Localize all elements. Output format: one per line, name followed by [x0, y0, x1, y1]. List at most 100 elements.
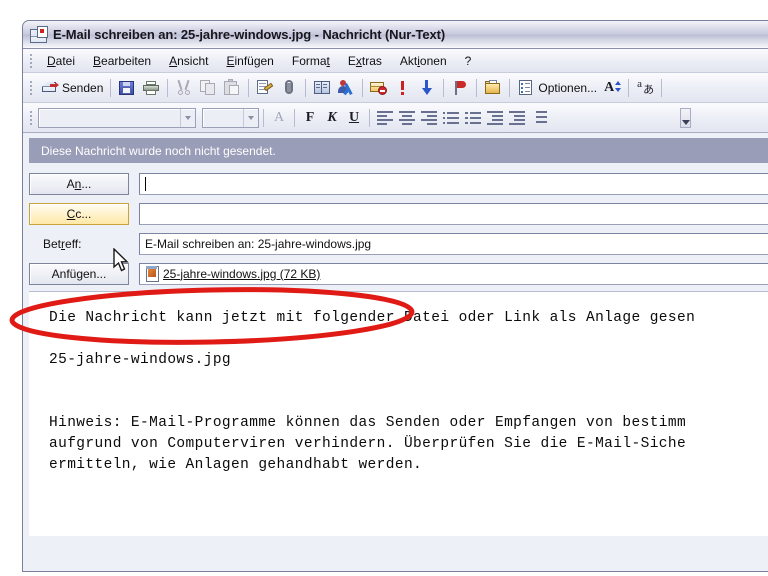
block-sender-button[interactable] — [367, 76, 391, 100]
check-names-button[interactable] — [334, 76, 358, 100]
subject-field[interactable]: E-Mail schreiben an: 25-jahre-windows.jp… — [139, 232, 768, 255]
formatting-separator — [263, 108, 264, 127]
copy-icon — [199, 79, 217, 96]
body-blank-line — [49, 371, 768, 392]
body-line: aufgrund von Computerviren verhindern. Ü… — [49, 436, 687, 452]
numbered-list-icon — [465, 111, 481, 124]
align-left-button[interactable] — [374, 107, 396, 129]
menu-item-datei[interactable]: Datei — [38, 51, 84, 71]
menu-item-format[interactable]: Format — [283, 51, 339, 71]
toolbar-separator — [476, 78, 478, 97]
underline-button[interactable]: U — [343, 107, 365, 129]
importance-low-button[interactable] — [415, 76, 439, 100]
bullet-list-button[interactable] — [440, 107, 462, 129]
menu-item-ansicht[interactable]: Ansicht — [160, 51, 217, 71]
save-button[interactable] — [115, 76, 139, 100]
chevron-down-icon[interactable] — [243, 108, 258, 127]
toolbar-separator — [661, 78, 663, 97]
italic-button[interactable]: K — [321, 107, 343, 129]
menu-item-bearbeiten[interactable]: Bearbeiten — [84, 51, 160, 71]
attach-button[interactable]: Anfügen... — [29, 262, 129, 285]
flag-icon — [451, 79, 469, 96]
increase-indent-button[interactable] — [506, 107, 528, 129]
to-button[interactable]: An... — [29, 172, 129, 195]
message-body[interactable]: Die Nachricht kann jetzt mit folgender D… — [29, 292, 768, 536]
attach-button-label: Anfügen... — [51, 266, 107, 281]
copy-button — [196, 76, 220, 100]
toolbar-separator — [305, 78, 307, 97]
align-right-icon — [421, 111, 437, 125]
font-family-combo[interactable] — [38, 107, 196, 128]
print-button[interactable] — [139, 76, 163, 100]
print-icon — [142, 79, 160, 96]
menu-item-aktionen[interactable]: Aktionen — [391, 51, 456, 71]
chevron-down-icon — [681, 120, 690, 125]
move-to-folder-icon — [484, 79, 502, 96]
to-row: An... — [29, 170, 768, 197]
mail-compose-icon — [30, 25, 48, 43]
numbered-list-button[interactable] — [462, 107, 484, 129]
menu-gripper[interactable] — [27, 53, 35, 69]
paste-button — [220, 76, 244, 100]
font-size-button[interactable]: A — [600, 76, 624, 100]
address-book-button[interactable] — [310, 76, 334, 100]
toolbar-separator — [167, 78, 169, 97]
menu-item-extras[interactable]: Extras — [339, 51, 391, 71]
to-field[interactable] — [139, 172, 768, 195]
attachment-link[interactable]: 25-jahre-windows.jpg (72 KB) — [163, 267, 320, 281]
options-button[interactable]: Optionen... — [514, 76, 600, 100]
chevron-down-icon[interactable] — [180, 108, 195, 127]
menu-item-einfuegen[interactable]: Einfügen — [217, 51, 282, 71]
body-blank-line — [49, 329, 768, 350]
body-line: Die Nachricht kann jetzt mit folgender D… — [49, 310, 696, 326]
attach-file-button[interactable] — [277, 76, 301, 100]
cc-button[interactable]: Cc... — [29, 202, 129, 225]
message-headers: An... Cc... Betreff: E-Mail schreiben an… — [29, 167, 768, 292]
align-right-button[interactable] — [418, 107, 440, 129]
body-blank-line — [49, 392, 768, 413]
attachment-row: Anfügen... 25-jahre-windows.jpg (72 KB) — [29, 260, 768, 287]
importance-low-icon — [418, 79, 436, 96]
move-to-folder-button[interactable] — [481, 76, 505, 100]
line-spacing-icon — [531, 111, 547, 124]
toolbar-separator — [628, 78, 630, 97]
send-button-label: Senden — [62, 80, 104, 95]
save-icon — [118, 79, 136, 96]
menu-label-datei: atei — [55, 53, 76, 68]
info-bar-text: Diese Nachricht wurde noch nicht gesende… — [41, 143, 276, 158]
font-color-button: A — [273, 109, 285, 125]
align-center-button[interactable] — [396, 107, 418, 129]
importance-high-button[interactable] — [391, 76, 415, 100]
attachment-field[interactable]: 25-jahre-windows.jpg (72 KB) — [139, 262, 768, 285]
check-names-icon — [337, 79, 355, 96]
toolbar-separator — [248, 78, 250, 97]
line-spacing-button[interactable] — [528, 107, 550, 129]
attach-file-icon — [280, 79, 298, 96]
paste-icon — [223, 79, 241, 96]
format-painter-button[interactable] — [253, 76, 277, 100]
toolbar-separator — [362, 78, 364, 97]
flag-button[interactable] — [448, 76, 472, 100]
cc-field[interactable] — [139, 202, 768, 225]
screenshot-root: E-Mail schreiben an: 25-jahre-windows.jp… — [0, 0, 768, 576]
body-line: Hinweis: E-Mail-Programme können das Sen… — [49, 415, 687, 431]
cut-icon — [175, 79, 193, 96]
importance-high-icon — [394, 79, 412, 96]
decrease-indent-icon — [487, 111, 503, 125]
menu-item-help[interactable]: ? — [456, 51, 481, 71]
block-sender-icon — [370, 79, 388, 96]
send-button[interactable]: Senden — [38, 76, 106, 100]
formatting-toolbar-gripper[interactable] — [27, 110, 35, 126]
subject-field-value: E-Mail schreiben an: 25-jahre-windows.jp… — [145, 236, 372, 251]
bold-button[interactable]: F — [299, 107, 321, 129]
bullet-list-icon — [443, 111, 459, 124]
encoding-button[interactable]: aあ — [633, 76, 657, 100]
image-file-icon — [145, 266, 159, 282]
decrease-indent-button[interactable] — [484, 107, 506, 129]
address-book-icon — [313, 79, 331, 96]
toolbar-overflow-button[interactable] — [680, 108, 691, 128]
font-size-combo[interactable] — [202, 107, 259, 128]
toolbar-gripper[interactable] — [27, 80, 35, 96]
window-titlebar[interactable]: E-Mail schreiben an: 25-jahre-windows.jp… — [23, 21, 768, 49]
toolbar-separator — [443, 78, 445, 97]
